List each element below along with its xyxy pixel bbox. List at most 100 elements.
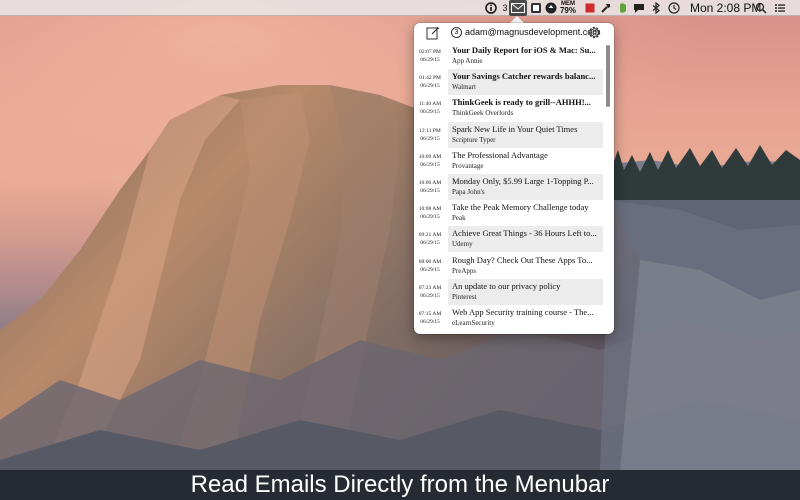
email-body[interactable]: Achieve Great Things - 36 Hours Left to.… <box>448 226 603 253</box>
email-time: 09:21 AM <box>418 232 442 239</box>
menubar: 3 MEM 79% Mon 2:08 PM <box>0 0 800 16</box>
email-date: 06/29/15 <box>420 266 440 273</box>
email-time: 01:42 PM <box>419 75 441 82</box>
email-subject: Take the Peak Memory Challenge today <box>452 202 589 213</box>
email-row[interactable]: 02:07 PM 06/29/15 Your Daily Report for iO… <box>414 43 604 69</box>
email-timestamp: 07:23 AM 06/29/15 <box>416 284 444 300</box>
email-row[interactable]: 08:00 AM 06/29/15 Rough Day? Check Out The… <box>414 253 604 279</box>
panel-header: 3 adam@magnusdevelopment.com <box>414 23 614 43</box>
email-body[interactable]: Your Daily Report for iOS & Mac: Su... Ap… <box>448 43 603 69</box>
email-row[interactable]: 10:06 AM 06/29/15 Monday Only, $5.99 Large… <box>414 174 604 200</box>
email-time: 07:23 AM <box>418 284 442 291</box>
info-icon[interactable] <box>485 1 497 15</box>
email-row[interactable]: 07:15 AM 06/29/15 Web App Security trainin… <box>414 305 604 331</box>
email-timestamp: 10:09 AM 06/29/15 <box>416 153 444 169</box>
mail-icon[interactable] <box>509 0 527 16</box>
email-body[interactable]: Your Savings Catcher rewards balanc... Wa… <box>448 69 603 96</box>
email-subject: Your Daily Report for iOS & Mac: Su... <box>452 45 596 55</box>
email-time: 08:00 AM <box>418 258 442 265</box>
update-icon[interactable] <box>545 1 557 15</box>
email-sender: Scripture Typer <box>452 135 496 144</box>
caption-bar: Read Emails Directly from the Menubar <box>0 470 800 500</box>
email-body[interactable]: Rough Day? Check Out These Apps To... Pre… <box>448 253 603 279</box>
mail-dropdown-panel: 3 adam@magnusdevelopment.com 02:07 PM 06/… <box>414 23 614 334</box>
email-timestamp: 11:40 AM 06/29/15 <box>416 100 444 116</box>
email-row[interactable]: 09:21 AM 06/29/15 Achieve Great Things - 3… <box>414 226 604 253</box>
email-date: 06/29/15 <box>420 161 440 168</box>
menubar-clock[interactable]: Mon 2:08 PM <box>690 1 761 15</box>
email-date: 06/29/15 <box>420 57 440 63</box>
email-timestamp: 09:21 AM 06/29/15 <box>416 231 444 247</box>
email-time: 10:08 AM <box>418 206 442 213</box>
email-subject: The Professional Advantage <box>452 149 548 160</box>
email-row[interactable]: 10:08 AM 06/29/15 Take the Peak Memory Cha… <box>414 200 604 226</box>
notification-center-icon[interactable] <box>774 1 786 15</box>
gear-icon[interactable] <box>587 25 602 40</box>
email-sender: Udemy <box>452 240 473 249</box>
email-row[interactable]: 01:42 PM 06/29/15 Your Savings Catcher rew… <box>414 69 604 96</box>
desktop-wallpaper <box>0 0 800 500</box>
email-time: 11:40 AM <box>418 101 442 108</box>
email-timestamp: 08:00 AM 06/29/15 <box>416 258 444 274</box>
email-time: 12:11 PM <box>419 127 441 134</box>
email-sender: App Annie <box>452 57 483 65</box>
email-sender: Provantage <box>452 161 484 170</box>
caption-text: Read Emails Directly from the Menubar <box>190 471 610 498</box>
compose-icon[interactable] <box>426 26 440 40</box>
email-date: 06/29/15 <box>420 135 440 142</box>
email-time: 07:15 AM <box>418 311 442 317</box>
email-body[interactable]: An update to our privacy policy Pinterest <box>448 278 603 305</box>
email-sender: eLearnSecurity <box>452 319 495 327</box>
email-body[interactable]: Monday Only, $5.99 Large 1-Topping P... P… <box>448 174 603 200</box>
email-sender: Walmart <box>452 83 476 92</box>
account-count-badge: 3 <box>451 27 462 38</box>
email-row[interactable]: 11:40 AM 06/29/15 ThinkGeek is ready to gr… <box>414 95 604 121</box>
email-timestamp: 07:15 AM 06/29/15 <box>416 310 444 326</box>
hammer-icon[interactable] <box>600 1 612 15</box>
email-subject: Your Savings Catcher rewards balanc... <box>452 71 596 82</box>
email-subject: An update to our privacy policy <box>452 280 561 291</box>
bluetooth-icon[interactable] <box>650 1 662 15</box>
spotlight-icon[interactable] <box>755 1 767 15</box>
email-date: 06/29/15 <box>420 240 440 247</box>
email-body[interactable]: ThinkGeek is ready to grill--AHHH!... Thi… <box>448 95 603 121</box>
email-row[interactable]: 10:09 AM 06/29/15 The Professional Advanta… <box>414 148 604 174</box>
email-date: 06/29/15 <box>420 319 440 325</box>
email-body[interactable]: Spark New Life in Your Quiet Times Script… <box>448 121 603 148</box>
email-subject: Achieve Great Things - 36 Hours Left to.… <box>452 228 597 239</box>
email-subject: Monday Only, $5.99 Large 1-Topping P... <box>452 176 594 186</box>
email-list[interactable]: 02:07 PM 06/29/15 Your Daily Report for iO… <box>414 43 614 332</box>
email-sender: Peak <box>452 214 466 223</box>
email-body[interactable]: Web App Security training course - The..… <box>448 305 603 331</box>
email-sender: ThinkGeek Overlords <box>452 109 514 118</box>
email-timestamp: 10:08 AM 06/29/15 <box>416 205 444 221</box>
email-timestamp: 10:06 AM 06/29/15 <box>416 179 444 195</box>
email-date: 06/29/15 <box>420 214 440 221</box>
yosemite-landscape <box>0 0 800 500</box>
memory-icon[interactable]: MEM 79% <box>558 1 578 15</box>
email-date: 06/29/15 <box>420 292 440 299</box>
email-timestamp: 02:07 PM 06/29/15 <box>416 48 444 64</box>
chat-icon[interactable] <box>633 1 645 15</box>
email-date: 06/29/15 <box>420 83 440 90</box>
email-sender: Pinterest <box>452 292 477 301</box>
email-sender: Papa John's <box>452 188 485 196</box>
email-timestamp: 01:42 PM 06/29/15 <box>416 74 444 90</box>
email-body[interactable]: The Professional Advantage Provantage <box>448 148 603 174</box>
email-subject: Rough Day? Check Out These Apps To... <box>452 254 593 265</box>
red-square-icon[interactable] <box>584 1 596 15</box>
email-subject: Spark New Life in Your Quiet Times <box>452 123 578 134</box>
account-email[interactable]: adam@magnusdevelopment.com <box>465 27 600 37</box>
time-machine-icon[interactable] <box>668 1 680 15</box>
evernote-icon[interactable] <box>617 1 629 15</box>
email-date: 06/29/15 <box>420 188 440 194</box>
email-body[interactable]: Take the Peak Memory Challenge today Peak <box>448 200 603 226</box>
memory-value: 79% <box>559 6 576 15</box>
scrollbar[interactable] <box>606 45 610 107</box>
email-row[interactable]: 07:23 AM 06/29/15 An update to our privacy… <box>414 278 604 305</box>
email-sender: PreApps <box>452 266 477 275</box>
email-subject: ThinkGeek is ready to grill--AHHH!... <box>452 97 591 108</box>
email-subject: Web App Security training course - The..… <box>452 307 594 317</box>
email-row[interactable]: 12:11 PM 06/29/15 Spark New Life in Your Q… <box>414 121 604 148</box>
screenshot-icon[interactable] <box>530 1 542 15</box>
